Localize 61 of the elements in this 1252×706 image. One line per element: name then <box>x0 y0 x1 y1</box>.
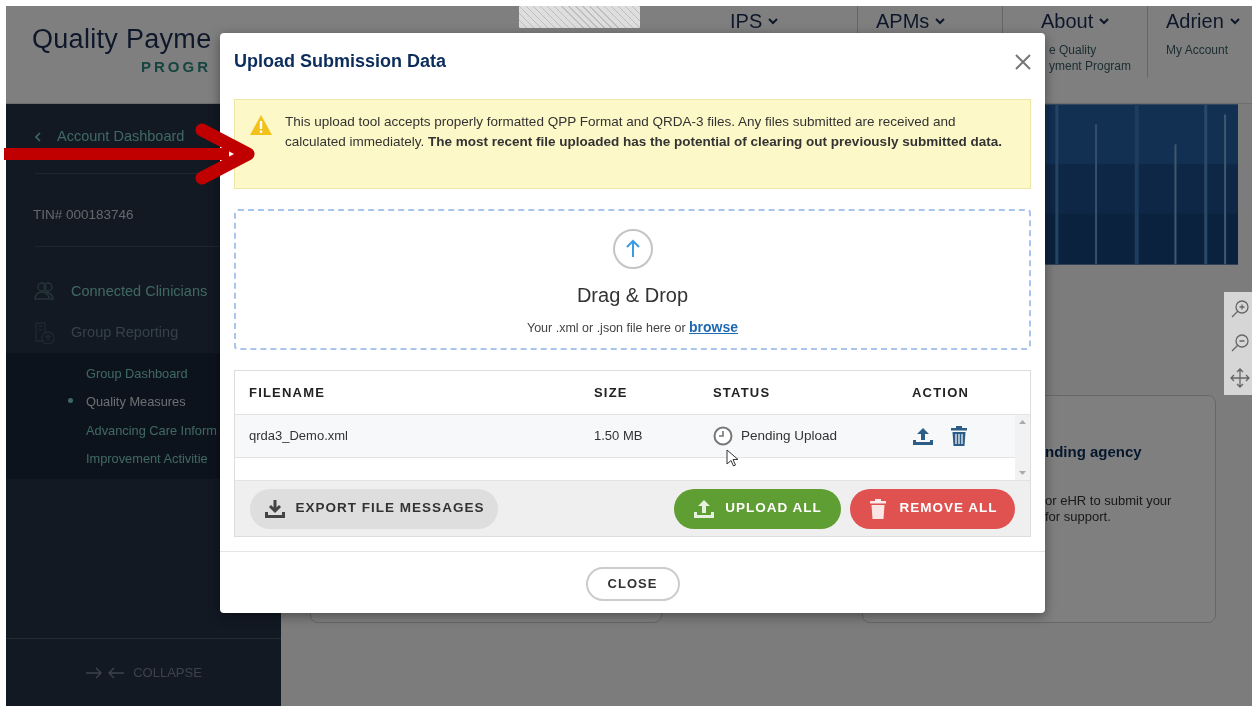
column-header: FILENAME <box>249 383 327 402</box>
nav-subtitle: e Quality <box>1049 43 1097 59</box>
chevron-down-icon <box>935 17 946 25</box>
export-button[interactable]: EXPORT FILE MESSAGES <box>250 488 498 529</box>
zoom-out-button[interactable] <box>1230 333 1250 354</box>
card-title: nding agency <box>1045 442 1143 462</box>
scroll-up-icon <box>1019 420 1026 424</box>
warning-text: This upload tool accepts properly formatted QPP Format and QRDA-3 files. Any files submitted are received and calculated immediately. The most recent file uploaded has the potential of clearing out previously submitted data. <box>285 113 1003 151</box>
column-header: SIZE <box>594 383 629 402</box>
drop-title: Drag & Drop <box>576 283 689 308</box>
move-button[interactable] <box>1230 367 1250 388</box>
download-icon <box>263 498 286 519</box>
delete-file-button[interactable] <box>950 426 968 446</box>
chevron-left-icon <box>35 131 41 142</box>
nav-menu[interactable]: IPS <box>730 10 779 32</box>
chevron-down-icon <box>1229 17 1240 25</box>
nav-menu[interactable]: APMs <box>876 10 946 32</box>
move-icon <box>1230 367 1250 388</box>
nav-subtitle: yment Program <box>1049 58 1132 75</box>
close-button[interactable]: CLOSE <box>585 567 680 601</box>
zoom-in-button[interactable] <box>1230 299 1250 320</box>
upload-icon <box>693 498 716 519</box>
drop-hint: Your .xml or .json file here or browse <box>526 318 739 337</box>
table-cell-text: qrda3_Demo.xml <box>249 427 349 446</box>
card-text: or eHR to submit your for support. <box>1045 492 1173 525</box>
nav-subtitle: My Account <box>1166 43 1229 59</box>
upload-file-button[interactable] <box>912 426 934 446</box>
zoom-in-icon <box>1230 299 1250 320</box>
column-header: ACTION <box>912 383 971 402</box>
back-link[interactable]: Account Dashboard <box>35 126 185 148</box>
column-header: STATUS <box>713 383 772 402</box>
table-cell-text: 1.50 MB <box>594 427 644 446</box>
logo-subtext: PROGR <box>141 59 211 74</box>
collapse-arrows-icon <box>85 665 126 680</box>
submenu-item[interactable]: Advancing Care Inform <box>72 420 217 440</box>
submenu-item[interactable]: Improvement Activitie <box>72 449 208 469</box>
nav-menu[interactable]: About <box>1041 10 1110 32</box>
remove-button[interactable]: REMOVE ALL <box>850 488 1015 529</box>
chevron-down-icon <box>768 17 779 25</box>
scrollbar[interactable] <box>1015 415 1030 480</box>
upload-button[interactable]: UPLOAD ALL <box>674 488 841 529</box>
tin-number: TIN# 000183746 <box>32 206 135 224</box>
people-icon <box>33 280 55 303</box>
close-icon <box>1015 53 1031 70</box>
chevron-down-icon <box>1099 17 1110 25</box>
logo-text: Quality Payme <box>32 26 212 53</box>
drop-zone[interactable]: Drag & Drop Your .xml or .json file here or browse <box>234 209 1031 350</box>
sidebar-item[interactable]: Connected Clinicians <box>33 280 208 303</box>
upload-icon <box>912 426 934 446</box>
status-text: Pending Upload <box>741 426 838 445</box>
zoom-out-icon <box>1230 333 1250 354</box>
upload-circle-icon <box>612 229 653 269</box>
warning-icon <box>249 114 273 136</box>
browse-link[interactable]: browse <box>689 319 739 335</box>
close-button[interactable] <box>1015 53 1031 70</box>
modal-title: Upload Submission Data <box>234 50 447 73</box>
nav-menu[interactable]: Adrien <box>1166 10 1240 32</box>
trash-icon <box>950 426 968 446</box>
clock-icon <box>713 426 733 446</box>
scroll-down-icon <box>1019 471 1026 475</box>
submenu-item[interactable]: Group Dashboard <box>72 363 188 383</box>
